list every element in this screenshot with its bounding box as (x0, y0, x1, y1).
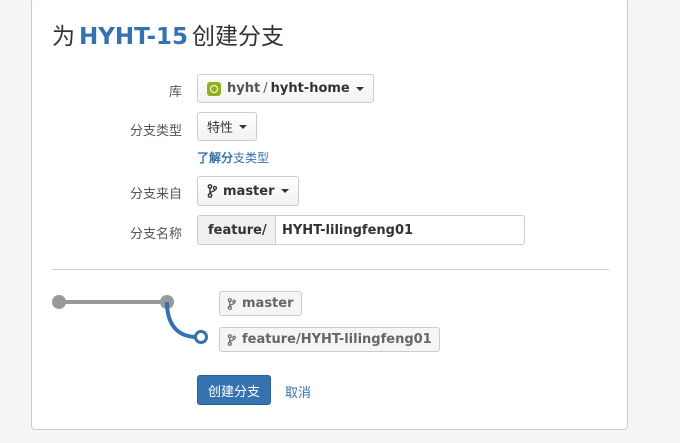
chevron-down-icon (280, 189, 289, 193)
branch-icon (207, 184, 217, 198)
branch-name-label: 分支名称 (129, 227, 182, 242)
repository-separator: / (263, 81, 268, 96)
branch-graph (52, 295, 208, 344)
repository-select[interactable]: hyht / hyht-home (197, 74, 374, 103)
branch-icon (227, 297, 236, 310)
branch-from-value: master (223, 183, 275, 199)
title-prefix: 为 (52, 24, 75, 50)
new-branch-node (194, 330, 208, 344)
source-branch-name: master (242, 296, 294, 311)
branch-from-select[interactable]: master (197, 176, 299, 206)
help-link-text: 支类型 (233, 151, 270, 165)
repository-project: hyht (227, 81, 261, 96)
branch-type-select[interactable]: 特性 (197, 112, 258, 141)
chevron-down-icon (355, 86, 364, 91)
new-branch-lozenge: feature/HYHT-lilingfeng01 (219, 327, 440, 352)
create-branch-dialog: 为 HYHT-15 创建分支 库 hyht / hyht-home 分支类型 特性 … (31, 0, 628, 430)
repository-label: 库 (168, 85, 182, 100)
branch-icon (227, 333, 236, 346)
help-link-bold-text: 了解分 (197, 151, 234, 165)
dialog-title: 为 HYHT-15 创建分支 (52, 17, 284, 51)
cancel-link[interactable]: 取消 (285, 382, 311, 401)
repository-name: hyht-home (270, 81, 350, 96)
title-suffix: 创建分支 (192, 24, 285, 50)
repository-icon (207, 81, 221, 96)
divider (52, 269, 609, 270)
chevron-down-icon (239, 124, 248, 129)
branch-type-help-link[interactable]: 了解分支类型 (197, 149, 269, 166)
issue-key: HYHT-15 (79, 24, 189, 50)
branch-name-prefix: feature/ (197, 215, 277, 245)
branch-name-input[interactable] (275, 215, 525, 245)
source-start-node (52, 295, 66, 309)
create-branch-button[interactable]: 创建分支 (197, 375, 272, 405)
new-branch-name: feature/HYHT-lilingfeng01 (242, 332, 432, 347)
branch-type-value: 特性 (207, 121, 234, 136)
branch-type-label: 分支类型 (129, 124, 182, 139)
branch-from-label: 分支来自 (129, 187, 182, 202)
source-branch-lozenge: master (219, 291, 302, 316)
